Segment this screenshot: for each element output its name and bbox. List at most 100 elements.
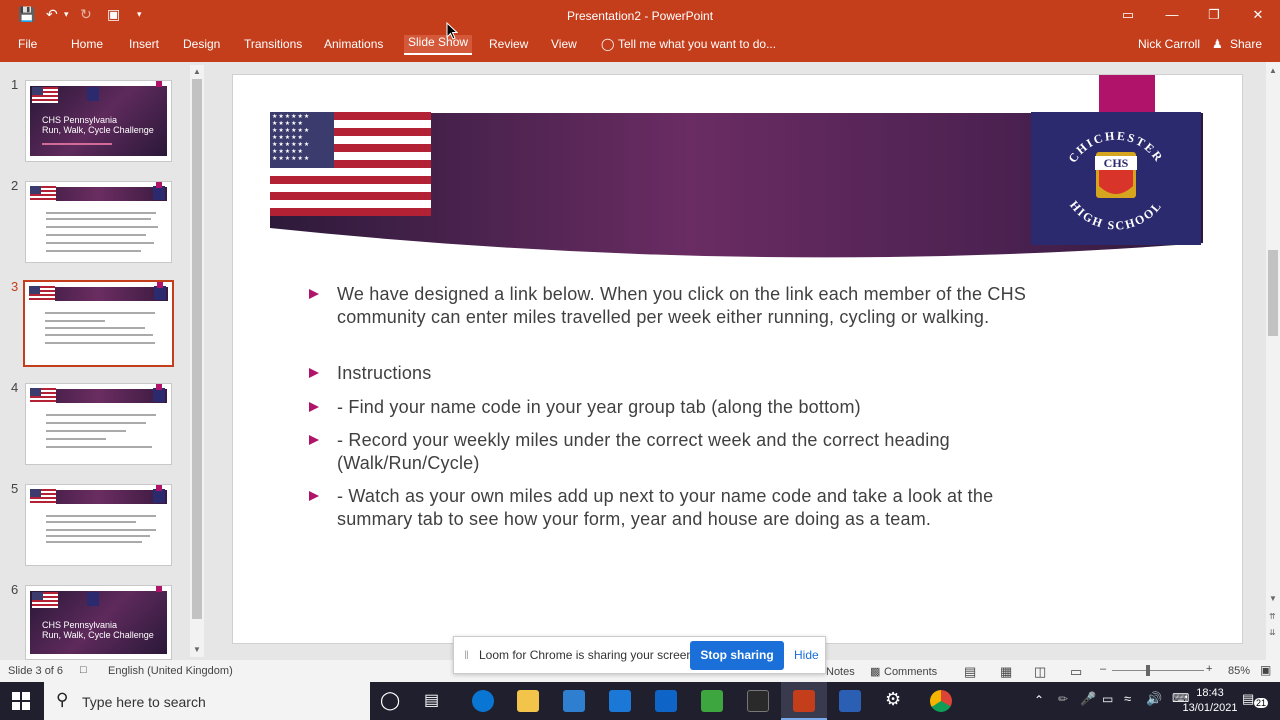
windows-taskbar: ⚲ Type here to search ◯ ▤ ⚙ ⌃ ✏ 🎤 ▭ ≈ 🔊 … <box>0 682 1280 720</box>
document-title: Presentation2 - PowerPoint <box>566 9 714 23</box>
tab-insert[interactable]: Insert <box>129 37 159 51</box>
pen-icon[interactable]: ✏ <box>1058 692 1068 706</box>
windows-start-icon[interactable] <box>12 692 30 710</box>
tab-slide-show[interactable]: Slide Show <box>404 35 473 55</box>
scroll-down-icon[interactable]: ▼ <box>193 645 201 654</box>
notes-button[interactable]: Notes <box>826 666 855 678</box>
loom-message: Loom for Chrome is sharing your screen. <box>479 648 697 662</box>
thumbnail-title: CHS Pennsylvania Run, Walk, Cycle Challen… <box>42 620 154 640</box>
language-indicator[interactable]: English (United Kingdom) <box>108 665 233 677</box>
slide-thumbnail-6[interactable]: CHS Pennsylvania Run, Walk, Cycle Challen… <box>25 585 172 660</box>
comments-button[interactable]: Comments <box>884 666 937 678</box>
slide-canvas[interactable]: ★★★★★★ ★★★★★ ★★★★★★ ★★★★★ ★★★★★★ ★★★★★ ★★★★★★ … <box>232 74 1243 644</box>
bullet-arrow-icon <box>309 289 319 299</box>
stop-sharing-button[interactable]: Stop sharing <box>690 641 784 670</box>
title-bar: 💾 ↶ ▾ ↻ ▣ ▾ Presentation2 - PowerPoint ▭… <box>0 0 1280 62</box>
notification-center-icon[interactable]: ▤ <box>1242 691 1254 707</box>
clock[interactable]: 18:43 13/01/2021 <box>1180 686 1240 716</box>
cortana-icon[interactable]: ◯ <box>380 690 400 711</box>
share-icon[interactable]: ♟ <box>1212 37 1223 51</box>
slide-thumbnail-pane: 1 CHS Pennsylvania Run, Walk, Cycle Chall… <box>0 62 208 660</box>
comments-icon[interactable]: ▩ <box>870 665 880 678</box>
slide-thumbnail-1[interactable]: CHS Pennsylvania Run, Walk, Cycle Challen… <box>25 80 172 162</box>
tab-animations[interactable]: Animations <box>324 37 383 51</box>
thumbnail-number: 3 <box>11 279 19 294</box>
zoom-slider-thumb[interactable] <box>1146 665 1150 676</box>
editor-scrollbar[interactable]: ▲ ▼ ⇈ ⇊ <box>1266 62 1280 660</box>
slide-thumbnail-4[interactable] <box>25 383 172 465</box>
tell-me-search[interactable]: Tell me what you want to do... <box>618 37 776 51</box>
tab-design[interactable]: Design <box>183 37 220 51</box>
tab-review[interactable]: Review <box>489 37 528 51</box>
thumbnail-number: 6 <box>11 582 19 597</box>
bullet-item[interactable]: Instructions <box>309 362 1027 385</box>
slide-thumbnail-2[interactable] <box>25 181 172 263</box>
thumbnail-scrollbar[interactable]: ▲ ▼ <box>190 65 204 657</box>
tab-file[interactable]: File <box>18 37 37 51</box>
logo-text-chs: CHS <box>1104 156 1129 170</box>
flag-stars: ★★★★★★ ★★★★★ ★★★★★★ ★★★★★ ★★★★★★ ★★★★★ ★★★★★★ <box>270 112 334 168</box>
scroll-down-icon[interactable]: ▼ <box>1269 594 1277 603</box>
zoom-level[interactable]: 85% <box>1228 665 1250 677</box>
hide-button[interactable]: Hide <box>794 648 819 662</box>
word-icon[interactable] <box>839 690 861 712</box>
minimize-icon[interactable]: — <box>1158 4 1186 26</box>
tab-home[interactable]: Home <box>71 37 103 51</box>
battery-icon[interactable]: ▭ <box>1102 692 1113 706</box>
scrollbar-thumb[interactable] <box>192 79 202 619</box>
school-logo: CHICHESTER CHS HIGH SCHOOL <box>1031 112 1201 245</box>
slide-thumbnail-3[interactable] <box>23 280 174 367</box>
normal-view-icon[interactable]: ▤ <box>964 664 976 680</box>
bullet-item[interactable]: - Find your name code in your year group… <box>309 396 1027 419</box>
powerpoint-taskbar-active[interactable] <box>781 682 827 720</box>
tab-view[interactable]: View <box>551 37 577 51</box>
user-name[interactable]: Nick Carroll <box>1138 37 1200 51</box>
volume-icon[interactable]: 🔊 <box>1146 691 1162 707</box>
share-button[interactable]: Share <box>1230 37 1262 51</box>
slide-thumbnail-5[interactable] <box>25 484 172 566</box>
green-app-icon[interactable] <box>701 690 723 712</box>
scrollbar-thumb[interactable] <box>1268 250 1278 336</box>
fit-to-window-icon[interactable]: ▣ <box>1260 663 1271 677</box>
wifi-icon[interactable]: ≈ <box>1124 691 1131 706</box>
slide-show-view-icon[interactable]: ▭ <box>1070 664 1082 680</box>
outlook-icon[interactable] <box>655 690 677 712</box>
bullet-arrow-icon <box>309 368 319 378</box>
file-explorer-icon[interactable] <box>517 690 539 712</box>
microphone-icon[interactable]: 🎤 <box>1080 691 1096 707</box>
bullet-item[interactable]: We have designed a link below. When you … <box>309 283 1027 329</box>
slide-counter: Slide 3 of 6 <box>8 665 64 677</box>
slide-sorter-icon[interactable]: ▦ <box>1000 664 1012 680</box>
close-icon[interactable]: ✕ <box>1244 4 1272 26</box>
zoom-in-icon[interactable]: + <box>1206 663 1212 675</box>
loom-sharing-bar: ‖ Loom for Chrome is sharing your screen… <box>453 636 826 674</box>
svg-text:HIGH SCHOOL: HIGH SCHOOL <box>1067 198 1165 233</box>
bullet-item[interactable]: - Watch as your own miles add up next to… <box>309 485 1027 531</box>
ribbon-display-options-icon[interactable]: ▭ <box>1114 4 1142 26</box>
zoom-slider[interactable] <box>1112 670 1204 671</box>
scroll-up-icon[interactable]: ▲ <box>1269 66 1277 75</box>
chrome-icon[interactable] <box>930 690 952 712</box>
show-hidden-icons-icon[interactable]: ⌃ <box>1034 693 1044 707</box>
tab-transitions[interactable]: Transitions <box>244 37 302 51</box>
taskbar-search-box[interactable]: ⚲ Type here to search <box>44 682 370 720</box>
drag-handle-icon[interactable]: ‖ <box>464 648 469 662</box>
thumbnail-number: 5 <box>11 481 19 496</box>
bullet-item[interactable]: - Record your weekly miles under the cor… <box>309 429 997 475</box>
thumbnail-number: 1 <box>11 77 19 92</box>
store-icon[interactable] <box>563 690 585 712</box>
settings-gear-icon[interactable]: ⚙ <box>885 689 901 710</box>
mail-icon[interactable] <box>609 690 631 712</box>
task-view-icon[interactable]: ▤ <box>424 690 439 710</box>
edge-icon[interactable] <box>472 690 494 712</box>
lightbulb-icon: ◯ <box>601 37 615 51</box>
restore-icon[interactable]: ❐ <box>1200 4 1228 26</box>
zoom-out-icon[interactable]: – <box>1100 663 1106 675</box>
next-slide-icon[interactable]: ⇊ <box>1269 628 1276 637</box>
powerpoint-icon <box>793 690 815 712</box>
spelling-icon[interactable]: □ <box>80 664 87 676</box>
sims-icon[interactable] <box>747 690 769 712</box>
scroll-up-icon[interactable]: ▲ <box>193 67 201 76</box>
previous-slide-icon[interactable]: ⇈ <box>1269 612 1276 621</box>
reading-view-icon[interactable]: ◫ <box>1034 664 1046 680</box>
